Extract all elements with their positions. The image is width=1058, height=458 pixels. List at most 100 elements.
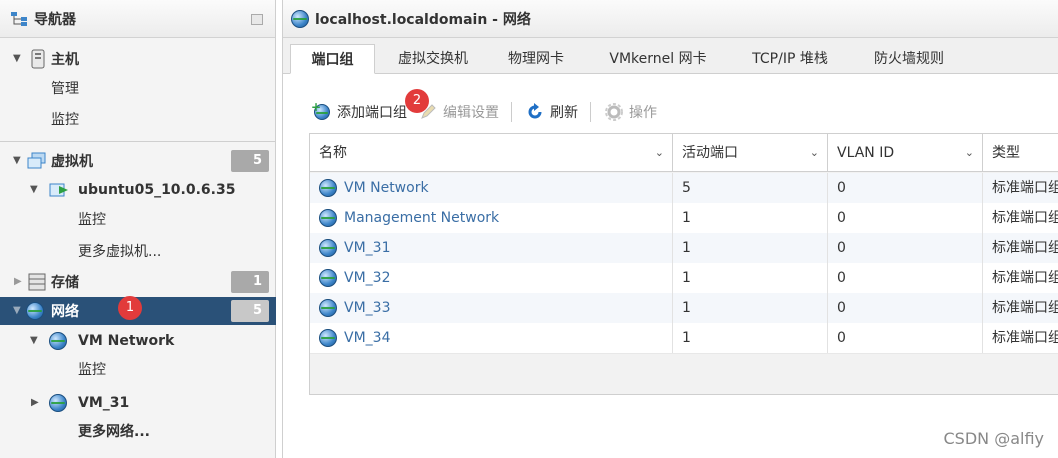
- port-group-name-link[interactable]: VM Network: [310, 173, 673, 203]
- caret-right-icon[interactable]: ▶: [14, 277, 24, 287]
- navigator-title: 导航器: [34, 11, 76, 28]
- cell-type: 标准端口组: [992, 210, 1058, 226]
- chevron-down-icon[interactable]: ⌄: [965, 134, 974, 172]
- cell-active-ports: 5: [673, 173, 828, 203]
- toolbar: + 添加端口组 编辑设置 刷新 操作: [311, 98, 669, 126]
- column-header-label: 活动端口: [682, 145, 738, 161]
- caret-down-icon[interactable]: ▼: [30, 336, 40, 346]
- add-port-group-button[interactable]: + 添加端口组: [311, 100, 407, 122]
- cell-vlan-id: 0: [828, 263, 983, 293]
- annotation-marker-2: 2: [405, 89, 429, 113]
- collapse-panel-icon[interactable]: [251, 14, 263, 25]
- table-bottom-border: [310, 353, 1058, 354]
- table-row[interactable]: Management Network 1 0 标准端口组: [310, 203, 1058, 233]
- page-title: localhost.localdomain - 网络: [315, 11, 531, 28]
- nav-item-vm31[interactable]: ▶ VM_31: [0, 389, 276, 417]
- cell-text: VM_34: [344, 330, 391, 346]
- nav-item-storage[interactable]: ▶ 存储 1: [0, 268, 276, 296]
- port-group-name-link[interactable]: Management Network: [310, 203, 673, 233]
- network-globe-icon: [49, 332, 67, 350]
- add-network-icon: +: [311, 100, 331, 121]
- watermark: CSDN @alfiy: [943, 429, 1045, 448]
- refresh-icon: [528, 103, 542, 119]
- column-header-label: VLAN ID: [837, 145, 895, 161]
- cell-active-ports: 1: [673, 233, 828, 263]
- table-row[interactable]: VM_32 1 0 标准端口组: [310, 263, 1058, 293]
- port-group-name-link[interactable]: VM_31: [310, 233, 673, 263]
- nav-item-label: 监控: [78, 212, 106, 228]
- nav-item-host-monitor[interactable]: 监控: [0, 105, 276, 133]
- network-count-badge: 5: [231, 300, 269, 322]
- nav-item-storage-label: 存储: [51, 275, 79, 291]
- nav-item-label: 监控: [51, 112, 79, 128]
- nav-item-host[interactable]: ▼ 主机: [0, 45, 276, 73]
- tab-virtual-switches[interactable]: 虚拟交换机: [383, 44, 483, 74]
- cell-vlan-id: 0: [828, 323, 983, 353]
- add-port-group-label: 添加端口组: [337, 105, 407, 121]
- column-header-type[interactable]: 类型: [983, 134, 1058, 172]
- actions-label: 操作: [629, 105, 657, 121]
- annotation-marker-1: 1: [118, 296, 142, 320]
- nav-item-more-networks[interactable]: 更多网络...: [0, 417, 276, 445]
- cell-type: 标准端口组: [992, 270, 1058, 286]
- cell-text: VM_32: [344, 270, 391, 286]
- network-globe-icon: [319, 329, 337, 347]
- column-header-active-ports[interactable]: 活动端口 ⌄: [673, 134, 828, 172]
- nav-item-label: 更多虚拟机...: [78, 244, 162, 260]
- port-group-name-link[interactable]: VM_32: [310, 263, 673, 293]
- divider: [0, 141, 276, 142]
- cell-active-ports: 1: [673, 203, 828, 233]
- tab-port-groups[interactable]: 端口组: [290, 44, 375, 74]
- caret-down-icon[interactable]: ▼: [13, 54, 23, 64]
- network-globe-icon: [319, 299, 337, 317]
- caret-right-icon[interactable]: ▶: [31, 398, 41, 408]
- cell-type: 标准端口组: [992, 180, 1058, 196]
- caret-down-icon[interactable]: ▼: [13, 306, 23, 316]
- tab-firewall-rules[interactable]: 防火墙规则: [859, 44, 959, 74]
- column-header-label: 类型: [992, 145, 1020, 161]
- nav-item-host-manage[interactable]: 管理: [0, 74, 276, 102]
- cell-text: VM_31: [344, 240, 391, 256]
- nav-item-vm-network-monitor[interactable]: 监控: [0, 355, 276, 383]
- network-globe-icon: [49, 394, 67, 412]
- table-row[interactable]: VM_34 1 0 标准端口组: [310, 323, 1058, 353]
- cell-type: 标准端口组: [992, 240, 1058, 256]
- toolbar-divider: [590, 102, 591, 122]
- tab-bar: 端口组 虚拟交换机 物理网卡 VMkernel 网卡 TCP/IP 堆栈 防火墙…: [283, 38, 1058, 74]
- actions-button[interactable]: 操作: [605, 102, 657, 122]
- cell-active-ports: 1: [673, 323, 828, 353]
- table-row[interactable]: VM_31 1 0 标准端口组: [310, 233, 1058, 263]
- port-group-name-link[interactable]: VM_34: [310, 323, 673, 353]
- cell-text: Management Network: [344, 210, 500, 226]
- chevron-down-icon[interactable]: ⌄: [655, 134, 664, 172]
- table-row[interactable]: VM Network 5 0 标准端口组: [310, 173, 1058, 203]
- port-group-name-link[interactable]: VM_33: [310, 293, 673, 323]
- refresh-button[interactable]: 刷新: [526, 102, 578, 122]
- caret-down-icon[interactable]: ▼: [13, 156, 23, 166]
- main-header: localhost.localdomain - 网络: [283, 0, 1058, 38]
- nav-item-vms[interactable]: ▼ 虚拟机 5: [0, 147, 276, 175]
- nav-item-vm-monitor[interactable]: 监控: [0, 205, 276, 233]
- table-row[interactable]: VM_33 1 0 标准端口组: [310, 293, 1058, 323]
- column-header-name[interactable]: 名称 ⌄: [310, 134, 673, 172]
- cell-active-ports: 1: [673, 293, 828, 323]
- edit-settings-button[interactable]: 编辑设置: [419, 102, 499, 122]
- cell-vlan-id: 0: [828, 203, 983, 233]
- main-panel: localhost.localdomain - 网络 端口组 虚拟交换机 物理网…: [282, 0, 1058, 458]
- nav-item-vm-ubuntu[interactable]: ▼ ubuntu05_10.0.6.35: [0, 176, 276, 204]
- chevron-down-icon[interactable]: ⌄: [810, 134, 819, 172]
- nav-item-label: 监控: [78, 362, 106, 378]
- cell-vlan-id: 0: [828, 233, 983, 263]
- navigator-panel: 导航器 ▼ 主机 管理 监控 ▼ 虚拟机 5 ▼ ubuntu05_10.0.6…: [0, 0, 276, 458]
- nav-item-more-vms[interactable]: 更多虚拟机...: [0, 237, 276, 265]
- nav-item-vm-network[interactable]: ▼ VM Network: [0, 327, 276, 355]
- tab-physical-nics[interactable]: 物理网卡: [491, 44, 581, 74]
- network-globe-icon: [319, 269, 337, 287]
- caret-down-icon[interactable]: ▼: [30, 185, 40, 195]
- column-header-vlan-id[interactable]: VLAN ID ⌄: [828, 134, 983, 172]
- tab-tcpip-stacks[interactable]: TCP/IP 堆栈: [735, 44, 845, 74]
- cell-text: VM_33: [344, 300, 391, 316]
- network-globe-icon: [291, 9, 309, 28]
- tab-vmkernel-nics[interactable]: VMkernel 网卡: [593, 44, 723, 74]
- cell-vlan-id: 0: [828, 293, 983, 323]
